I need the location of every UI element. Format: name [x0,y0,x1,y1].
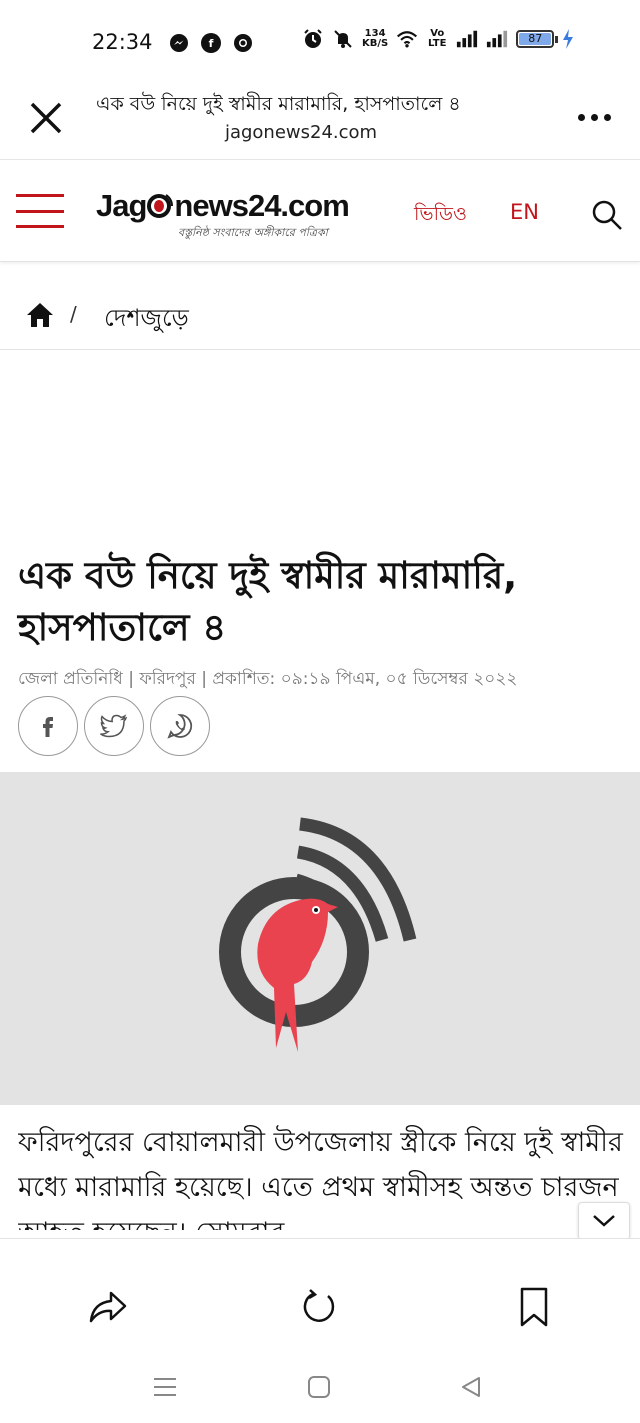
chrome-icon [232,32,254,54]
browser-url[interactable]: jagonews24.com [96,122,506,143]
battery-icon: 87 [516,30,559,48]
back-icon [462,1377,480,1397]
alarm-icon [302,28,324,50]
more-dot-icon [577,113,585,121]
signal-icon-2 [486,28,508,50]
logo-text-post: news24.com [174,188,349,223]
home-icon [308,1376,330,1398]
article-body: ফরিদপুরের বোয়ালমারী উপজেলায় স্ত্রীকে ন… [18,1127,623,1230]
search-icon [592,200,622,230]
menu-icon [154,1378,176,1396]
browser-bar: এক বউ নিয়ে দুই স্বামীর মারামারি, হাসপাত… [0,80,640,160]
net-speed-unit: KB/S [362,38,389,49]
home-icon[interactable] [26,302,54,328]
nav-video-link[interactable]: ভিডিও [414,200,467,232]
battery-level: 87 [519,33,552,45]
facebook-icon [43,717,53,737]
volte-icon: Vo LTE [428,28,447,49]
site-header: Jag news24.com বস্তুনিষ্ঠ সংবাদের অঙ্গীকা… [0,162,640,262]
article-hero-image [0,772,640,1105]
status-time: 22:34 [92,30,153,54]
more-dot-icon [603,113,611,121]
home-button[interactable] [304,1372,334,1402]
close-button[interactable] [22,94,70,142]
browser-page-title: এক বউ নিয়ে দুই স্বামীর মারামারি, হাসপাত… [96,93,461,115]
article-headline: এক বউ নিয়ে দুই স্বামীর মারামারি, হাসপাত… [18,554,518,649]
charging-icon [562,28,574,50]
bottom-toolbar [0,1238,640,1358]
expand-button[interactable] [578,1202,630,1240]
wifi-icon [396,28,418,50]
system-nav-bar [0,1358,640,1423]
back-button[interactable] [456,1372,486,1402]
facebook-icon: f [200,32,222,54]
mute-icon [332,28,354,50]
breadcrumb-section[interactable]: দেশজুড়ে [104,300,189,340]
share-buttons [18,696,210,756]
system-icons: 134 KB/S Vo LTE 87 [302,28,574,50]
chevron-down-icon [593,1215,615,1227]
breadcrumb: / দেশজুড়ে [0,264,640,350]
reload-button[interactable] [298,1285,342,1329]
close-icon [30,102,62,134]
whatsapp-icon [167,714,193,739]
signal-icon [456,28,478,50]
reload-icon [303,1289,335,1322]
more-dot-icon [590,113,598,121]
twitter-share-button[interactable] [84,696,144,756]
share-icon [89,1291,127,1323]
logo-bird-icon [147,194,174,218]
jagonews-logo-placeholder-icon [219,817,417,1052]
facebook-share-button[interactable] [18,696,78,756]
breadcrumb-separator: / [70,302,77,326]
messenger-icon [168,32,190,54]
article-meta: জেলা প্রতিনিধি | ফরিদপুর | প্রকাশিত: ০৯:… [18,669,518,689]
whatsapp-share-button[interactable] [150,696,210,756]
more-options-button[interactable] [570,102,618,132]
logo-text-pre: Jag [96,188,147,223]
search-button[interactable] [590,198,624,232]
twitter-icon [100,714,128,738]
net-speed: 134 KB/S [362,29,388,49]
bookmark-icon [520,1287,548,1327]
recent-apps-button[interactable] [150,1372,180,1402]
nav-english-link[interactable]: EN [510,200,539,224]
status-bar: 22:34 f 134 KB/S Vo LTE 87 [0,0,640,80]
site-logo[interactable]: Jag news24.com বস্তুনিষ্ঠ সংবাদের অঙ্গীকা… [96,188,366,248]
share-button[interactable] [86,1285,130,1329]
bookmark-button[interactable] [512,1285,556,1329]
logo-wordmark: Jag news24.com [96,188,366,224]
logo-tagline: বস্তুনিষ্ঠ সংবাদের অঙ্গীকারে পত্রিকা [178,226,328,239]
hamburger-menu-button[interactable] [16,194,64,228]
notification-icons: f [168,32,254,54]
